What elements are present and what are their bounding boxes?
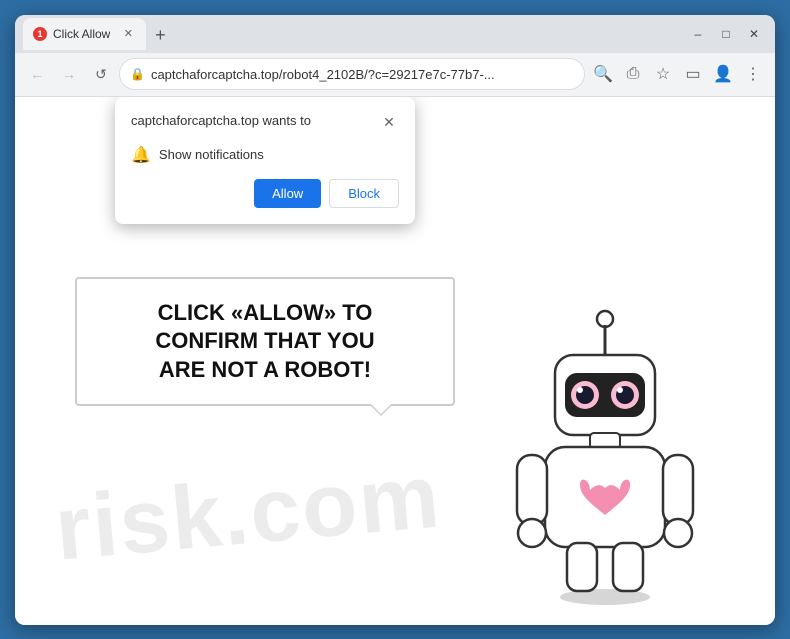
main-text-box: CLICK «ALLOW» TO CONFIRM THAT YOU ARE NO… [75,277,455,407]
refresh-button[interactable]: ↺ [87,60,115,88]
notification-popup: captchaforcaptcha.top wants to ✕ 🔔 Show … [115,97,415,224]
popup-header: captchaforcaptcha.top wants to ✕ [131,113,399,133]
maximize-button[interactable]: □ [713,21,739,47]
new-tab-button[interactable]: + [146,22,174,50]
robot-illustration [495,305,715,605]
bell-icon: 🔔 [131,145,151,165]
share-icon[interactable]: ⎙ [619,60,647,88]
page-content: captchaforcaptcha.top wants to ✕ 🔔 Show … [15,97,775,625]
url-text: captchaforcaptcha.top/robot4_2102B/?c=29… [151,67,574,82]
forward-button[interactable]: → [55,60,83,88]
window-controls: – □ ✕ [685,21,767,47]
watermark: risk.com [51,445,445,581]
popup-close-button[interactable]: ✕ [379,113,399,133]
search-icon[interactable]: 🔍 [589,60,617,88]
address-bar[interactable]: 🔒 captchaforcaptcha.top/robot4_2102B/?c=… [119,58,585,90]
popup-buttons: Allow Block [131,179,399,208]
tab-title: Click Allow [53,27,110,41]
profile-icon[interactable]: 👤 [709,60,737,88]
menu-icon[interactable]: ⋮ [739,60,767,88]
main-heading: CLICK «ALLOW» TO CONFIRM THAT YOU ARE NO… [107,299,423,385]
close-button[interactable]: ✕ [741,21,767,47]
popup-notification-row: 🔔 Show notifications [131,145,399,165]
minimize-button[interactable]: – [685,21,711,47]
active-tab: 1 Click Allow ✕ [23,18,146,50]
lock-icon: 🔒 [130,67,145,81]
bookmark-icon[interactable]: ☆ [649,60,677,88]
popup-title: captchaforcaptcha.top wants to [131,113,379,128]
browser-window: 1 Click Allow ✕ + – □ ✕ ← → ↺ 🔒 captchaf… [15,15,775,625]
back-button[interactable]: ← [23,60,51,88]
notification-label: Show notifications [159,147,264,162]
tab-close-button[interactable]: ✕ [120,26,136,42]
block-button[interactable]: Block [329,179,399,208]
sidebar-icon[interactable]: ▭ [679,60,707,88]
allow-button[interactable]: Allow [254,179,321,208]
tab-bar: 1 Click Allow ✕ + [23,18,767,50]
toolbar: ← → ↺ 🔒 captchaforcaptcha.top/robot4_210… [15,53,775,97]
tab-favicon: 1 [33,27,47,41]
title-bar: 1 Click Allow ✕ + – □ ✕ [15,15,775,53]
toolbar-icons: 🔍 ⎙ ☆ ▭ 👤 ⋮ [589,60,767,88]
